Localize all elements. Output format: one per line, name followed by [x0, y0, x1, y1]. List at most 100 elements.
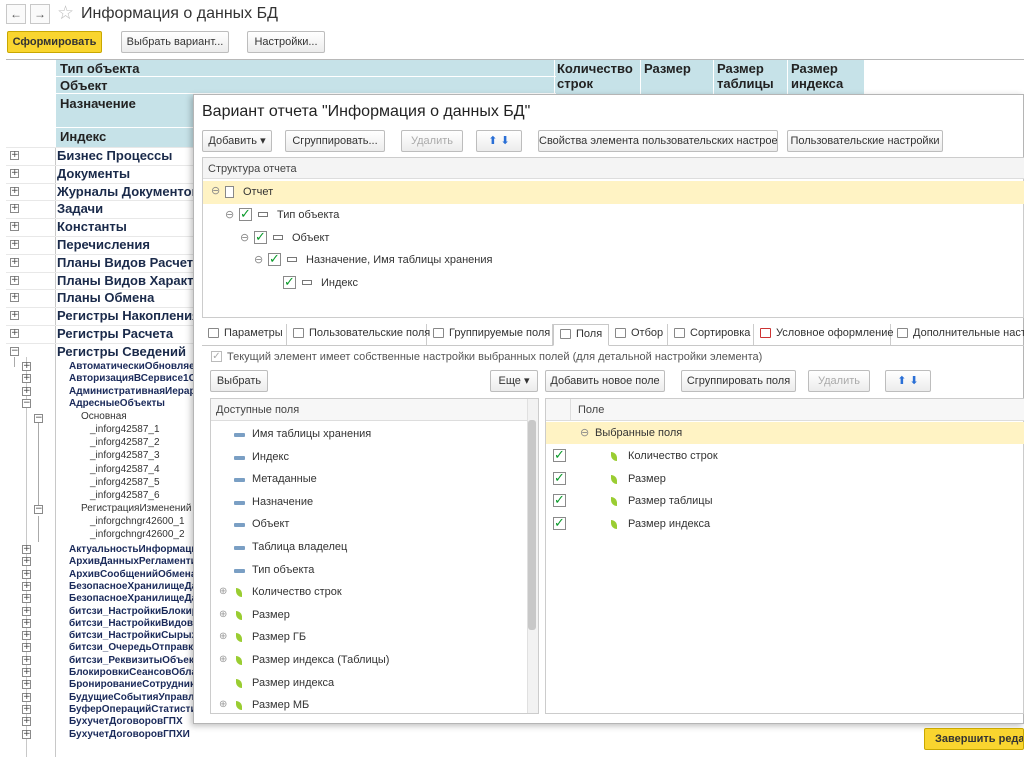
expand-icon[interactable]: ⊕ — [219, 609, 227, 620]
table-row[interactable]: _inforg42587_6 — [90, 490, 160, 501]
expand-icon[interactable]: + — [10, 204, 19, 214]
favorite-star-icon[interactable]: ☆ — [57, 2, 74, 25]
finish-editing-button[interactable]: Завершить редак — [924, 728, 1024, 750]
selected-field-item[interactable]: Размер — [628, 473, 666, 485]
group-row[interactable]: Планы Обмена — [57, 289, 197, 306]
expand-icon[interactable]: + — [22, 606, 31, 616]
expand-icon[interactable]: − — [10, 346, 19, 356]
expand-icon[interactable]: + — [22, 704, 31, 714]
expand-icon[interactable]: + — [10, 222, 19, 232]
tab-conditional-format[interactable]: Условное оформление — [754, 324, 893, 345]
register-row[interactable]: БухучетДоговоровГПХ — [69, 715, 197, 728]
register-row[interactable]: АрхивСообщенийОбмена — [69, 568, 197, 581]
expand-icon[interactable]: + — [22, 631, 31, 641]
register-row[interactable]: битсзи_РеквизитыОбъектов — [69, 654, 197, 667]
structure-item-object-type[interactable]: Тип объекта — [277, 209, 339, 221]
table-row[interactable]: _inforg42587_5 — [90, 477, 160, 488]
expand-icon[interactable]: − — [22, 398, 31, 408]
checkbox[interactable]: ✓ — [283, 276, 296, 289]
register-row[interactable]: БезопасноеХранилищеДанных — [69, 580, 197, 593]
expand-icon[interactable]: + — [22, 692, 31, 702]
register-row[interactable]: битсзи_НастройкиБлокировки — [69, 605, 197, 618]
checkbox[interactable]: ✓ — [254, 231, 267, 244]
choose-variant-button[interactable]: Выбрать вариант... — [121, 31, 229, 53]
selected-field-item[interactable]: Количество строк — [628, 450, 718, 462]
register-row[interactable]: БронированиеСотрудников — [69, 678, 197, 691]
tab-additional-settings[interactable]: Дополнительные настро — [891, 324, 1024, 345]
move-down-icon[interactable]: ⬇ — [501, 135, 510, 147]
register-row[interactable]: БуферОперацийСтатистики — [69, 703, 197, 716]
field-checkbox[interactable]: ✓ — [553, 471, 566, 485]
available-field-item[interactable]: Таблица владелец — [252, 541, 347, 553]
structure-item-index[interactable]: Индекс — [321, 277, 358, 289]
register-row[interactable]: битсзи_ОчередьОтправки — [69, 641, 197, 654]
table-row[interactable]: _inforg42587_3 — [90, 450, 160, 461]
available-field-item[interactable]: Объект — [252, 518, 289, 530]
expand-icon[interactable]: + — [22, 362, 31, 371]
available-field-item[interactable]: Тип объекта — [252, 564, 314, 576]
table-row[interactable]: _inforgchngr42600_1 — [90, 516, 185, 527]
available-field-item[interactable]: Имя таблицы хранения — [252, 428, 371, 440]
group-row[interactable]: Константы — [57, 218, 197, 235]
collapse-icon[interactable]: − — [34, 414, 43, 423]
collapse-icon[interactable]: ⊖ — [580, 426, 589, 439]
register-row[interactable]: БезопасноеХранилищеДанныхОбластей — [69, 592, 197, 605]
element-properties-button[interactable]: Свойства элемента пользовательских настр… — [538, 130, 778, 152]
expand-icon[interactable]: + — [22, 545, 31, 554]
group-fields-button[interactable]: Сгруппировать поля — [681, 370, 796, 392]
selected-field-item[interactable]: Размер таблицы — [628, 495, 712, 507]
field-checkbox[interactable]: ✓ — [553, 516, 566, 530]
selected-field-item[interactable]: Размер индекса — [628, 518, 710, 530]
expand-icon[interactable]: ⊕ — [219, 699, 227, 710]
move-up-icon[interactable]: ⬆ — [897, 375, 906, 387]
group-row[interactable]: Задачи — [57, 200, 197, 217]
checkbox[interactable]: ✓ — [268, 253, 281, 266]
expand-icon[interactable]: + — [10, 186, 19, 196]
group-row[interactable]: Регистры Сведений — [57, 343, 197, 360]
available-field-item[interactable]: Индекс — [252, 451, 289, 463]
back-button[interactable]: ← — [6, 4, 26, 24]
expand-icon[interactable]: + — [22, 618, 31, 628]
user-settings-button[interactable]: Пользовательские настройки — [787, 130, 943, 152]
expand-icon[interactable]: + — [22, 668, 31, 677]
settings-button[interactable]: Настройки... — [247, 31, 325, 53]
expand-icon[interactable]: ⊕ — [219, 631, 227, 642]
available-field-item[interactable]: Размер индекса — [252, 677, 334, 689]
field-checkbox[interactable]: ✓ — [553, 449, 566, 462]
register-row[interactable]: АвторизацияВСервисе1С — [69, 372, 197, 385]
available-scrollbar-thumb[interactable] — [528, 420, 536, 630]
expand-icon[interactable]: + — [22, 643, 31, 653]
more-button[interactable]: Еще ▾ — [490, 370, 538, 392]
move-buttons[interactable]: ⬆ ⬇ — [476, 130, 522, 152]
checkbox[interactable]: ✓ — [239, 208, 252, 221]
add-new-field-button[interactable]: Добавить новое поле — [545, 370, 665, 392]
forward-button[interactable]: → — [30, 4, 50, 24]
table-row[interactable]: _inforg42587_2 — [90, 437, 160, 448]
table-row[interactable]: _inforgchngr42600_2 — [90, 529, 185, 540]
move-down-icon[interactable]: ⬇ — [910, 375, 919, 387]
expand-icon[interactable]: + — [10, 151, 19, 160]
tab-sort[interactable]: Сортировка — [668, 324, 754, 345]
table-row[interactable]: _inforg42587_1 — [90, 424, 160, 435]
expand-icon[interactable]: + — [10, 275, 19, 285]
group-row[interactable]: Регистры Расчета — [57, 325, 197, 342]
collapse-icon[interactable]: ⊖ — [240, 231, 249, 244]
tab-grouping-fields[interactable]: Группируемые поля — [427, 324, 553, 345]
expand-icon[interactable]: + — [22, 729, 31, 739]
group-row[interactable]: Перечисления — [57, 236, 197, 253]
tab-user-fields[interactable]: Пользовательские поля — [287, 324, 430, 345]
expand-icon[interactable]: + — [22, 557, 31, 567]
register-row[interactable]: БудущиеСобытияУправления — [69, 691, 197, 704]
structure-item-purpose[interactable]: Назначение, Имя таблицы хранения — [306, 254, 492, 266]
expand-icon[interactable]: ⊕ — [219, 654, 227, 665]
expand-icon[interactable]: + — [22, 717, 31, 727]
expand-icon[interactable]: + — [22, 655, 31, 665]
expand-icon[interactable]: + — [10, 168, 19, 178]
group-row[interactable]: Документы — [57, 165, 197, 182]
register-row[interactable]: БлокировкиСеансовОбластей — [69, 666, 197, 679]
expand-icon[interactable]: + — [10, 293, 19, 303]
expand-icon[interactable]: + — [22, 569, 31, 579]
choose-button[interactable]: Выбрать — [210, 370, 268, 392]
tab-fields[interactable]: Поля — [553, 324, 609, 346]
register-row[interactable]: АрхивДанныхРегламентированных — [69, 555, 197, 568]
